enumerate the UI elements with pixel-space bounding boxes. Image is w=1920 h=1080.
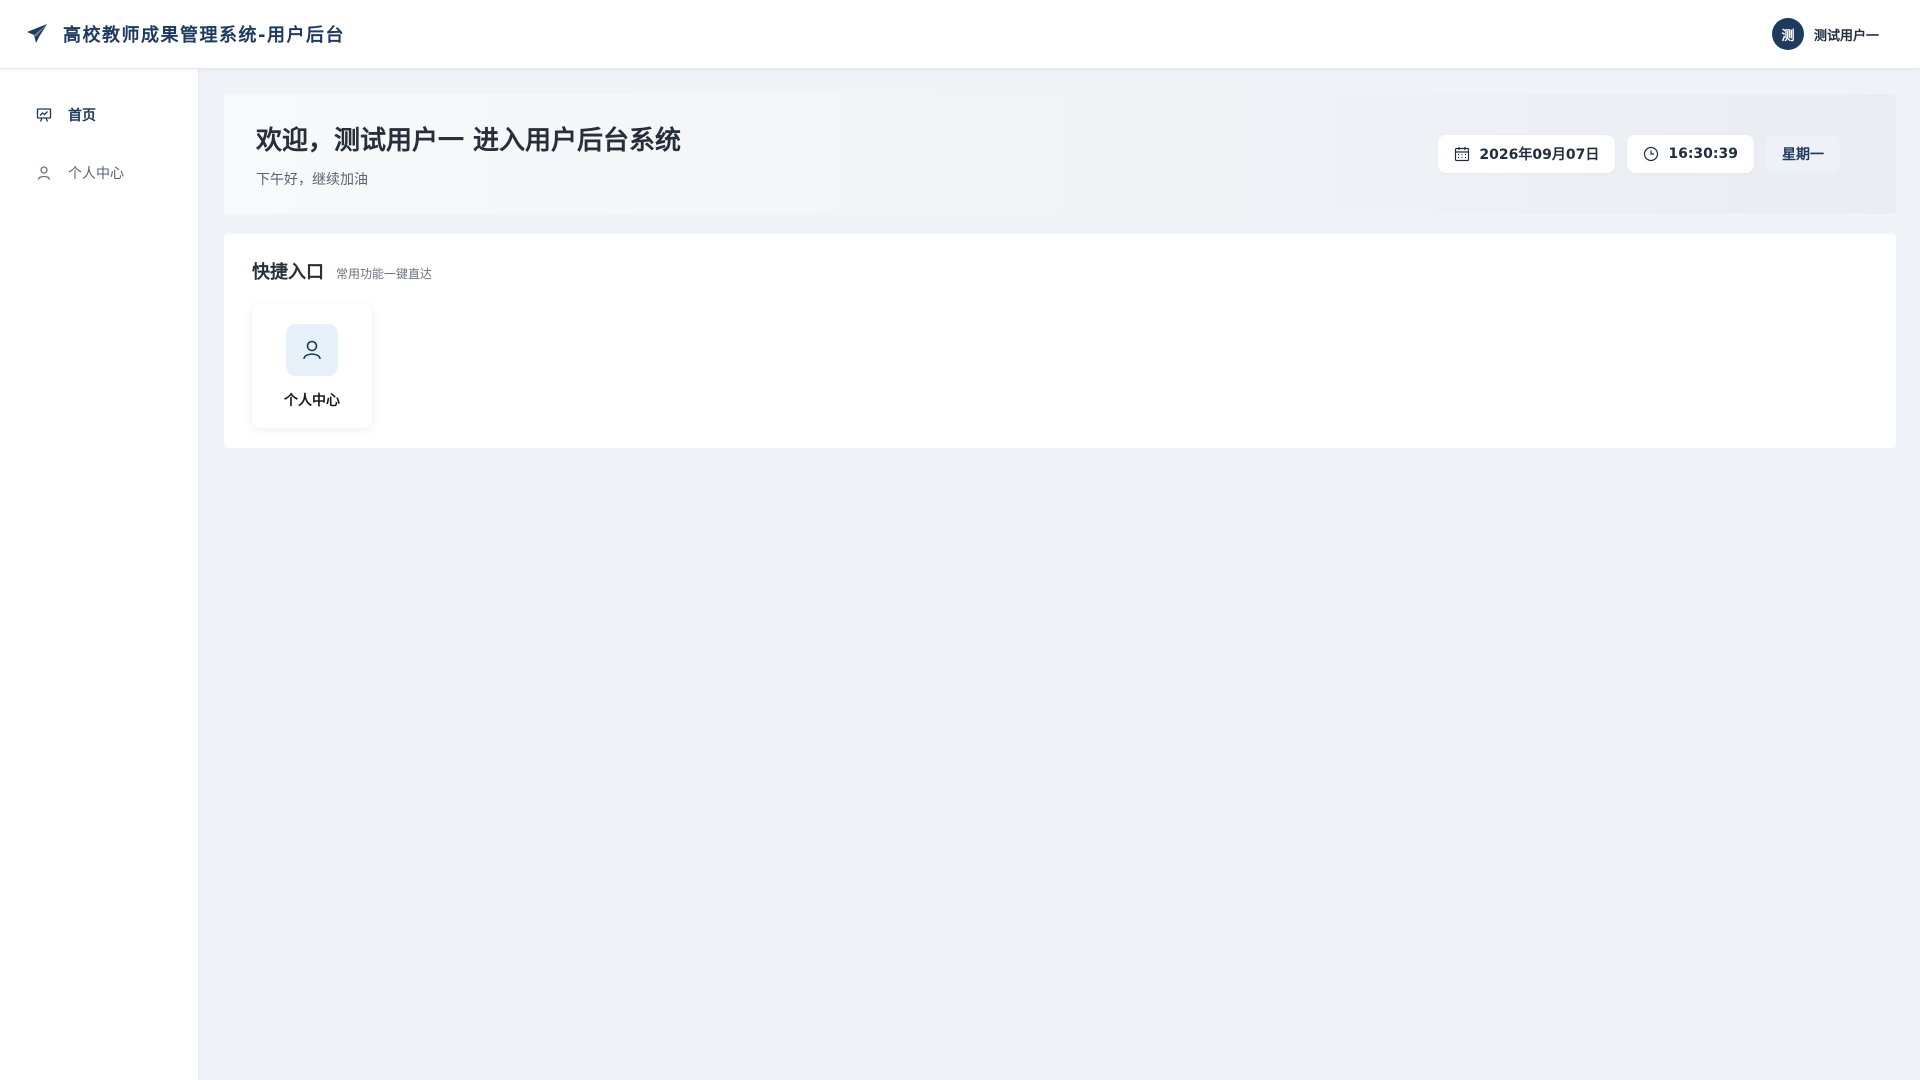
date-chip: 2026年09月07日 — [1438, 135, 1616, 173]
quick-access-subtitle: 常用功能一键直达 — [336, 267, 433, 281]
sidebar-item-home[interactable]: 首页 — [0, 103, 198, 127]
date-text: 2026年09月07日 — [1479, 147, 1600, 163]
user-icon — [36, 165, 52, 181]
sidebar-item-profile[interactable]: 个人中心 — [0, 161, 198, 185]
paper-plane-icon — [25, 22, 49, 46]
presentation-chart-icon — [36, 107, 52, 123]
time-chip: 16:30:39 — [1627, 135, 1754, 173]
welcome-banner: 欢迎，测试用户一 进入用户后台系统 下午好，继续加油 2026年09月07日 1… — [224, 94, 1896, 214]
user-icon — [286, 324, 338, 376]
app-title: 高校教师成果管理系统-用户后台 — [63, 25, 345, 46]
quick-access-title: 快捷入口 — [252, 262, 324, 283]
clock-icon — [1643, 146, 1659, 162]
sidebar-item-label: 首页 — [68, 108, 96, 124]
quick-card-label: 个人中心 — [284, 393, 340, 409]
quick-card-profile[interactable]: 个人中心 — [252, 304, 372, 428]
quick-access-panel: 快捷入口 常用功能一键直达 个人中心 — [224, 234, 1896, 448]
user-menu[interactable]: 测 测试用户一 — [1771, 18, 1879, 50]
weekday-text: 星期一 — [1782, 147, 1824, 163]
username[interactable]: 测试用户一 — [1814, 25, 1879, 44]
main-content: 欢迎，测试用户一 进入用户后台系统 下午好，继续加油 2026年09月07日 1… — [224, 94, 1896, 448]
time-text: 16:30:39 — [1668, 146, 1738, 162]
sidebar-item-label: 个人中心 — [68, 166, 124, 182]
calendar-icon — [1454, 146, 1470, 162]
weekday-chip: 星期一 — [1766, 135, 1840, 173]
avatar[interactable]: 测 — [1771, 18, 1804, 50]
sidebar: 首页 个人中心 — [0, 69, 199, 1080]
top-bar: 高校教师成果管理系统-用户后台 测 测试用户一 — [0, 0, 1920, 69]
welcome-title: 欢迎，测试用户一 进入用户后台系统 — [256, 125, 682, 156]
welcome-subtitle: 下午好，继续加油 — [256, 171, 368, 188]
